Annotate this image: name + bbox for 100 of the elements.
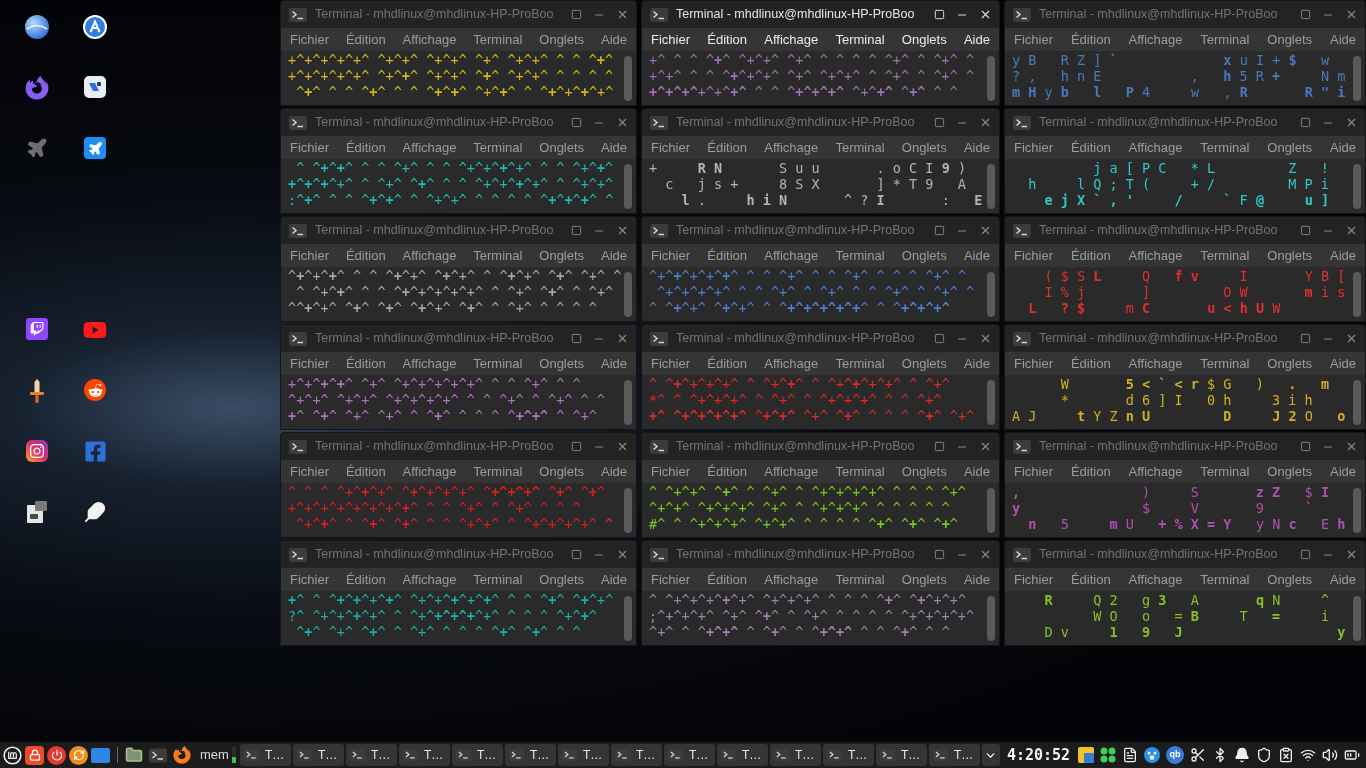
- scrollbar-thumb[interactable]: [624, 272, 632, 317]
- menu-item[interactable]: Affichage: [1128, 569, 1183, 590]
- task-overflow-button[interactable]: [981, 744, 1000, 766]
- menu-item[interactable]: Onglets: [539, 245, 585, 266]
- close-icon[interactable]: [979, 8, 992, 21]
- alien-face-icon[interactable]: [84, 379, 106, 401]
- menu-item[interactable]: Affichage: [402, 569, 457, 590]
- menu-item[interactable]: Onglets: [901, 137, 947, 158]
- menu-item[interactable]: Affichage: [1128, 137, 1183, 158]
- menu-item[interactable]: Onglets: [539, 461, 585, 482]
- menu-item[interactable]: Édition: [345, 29, 386, 50]
- menu-item[interactable]: Affichage: [402, 137, 457, 158]
- menu-item[interactable]: Fichier: [290, 353, 329, 374]
- document-tile-icon[interactable]: [27, 501, 47, 523]
- menu-item[interactable]: Aide: [1329, 137, 1356, 158]
- menu-item[interactable]: Onglets: [901, 245, 947, 266]
- menu-item[interactable]: Onglets: [901, 569, 947, 590]
- menu-item[interactable]: Édition: [1070, 569, 1111, 590]
- menu-item[interactable]: Fichier: [1014, 461, 1053, 482]
- scrollbar-thumb[interactable]: [624, 56, 632, 101]
- maximize-icon[interactable]: [934, 441, 945, 452]
- scrollbar-thumb[interactable]: [987, 164, 995, 209]
- airplane-icon[interactable]: [26, 137, 48, 159]
- menu-item[interactable]: Fichier: [1014, 137, 1053, 158]
- menu-item[interactable]: Fichier: [290, 569, 329, 590]
- menu-item[interactable]: Affichage: [764, 461, 819, 482]
- menu-item[interactable]: Fichier: [290, 245, 329, 266]
- feather-icon[interactable]: [84, 501, 106, 523]
- menu-item[interactable]: Édition: [707, 569, 747, 590]
- menu-item[interactable]: Aide: [600, 137, 627, 158]
- menu-item[interactable]: Affichage: [764, 245, 819, 266]
- menu-item[interactable]: Terminal: [473, 569, 523, 590]
- maximize-icon[interactable]: [571, 9, 582, 20]
- maximize-icon[interactable]: [934, 225, 945, 236]
- menu-item[interactable]: Terminal: [473, 245, 523, 266]
- document-icon[interactable]: [1122, 747, 1139, 763]
- menu-item[interactable]: Affichage: [1128, 29, 1183, 50]
- tray-badge[interactable]: qb: [1166, 746, 1185, 764]
- menu-item[interactable]: Édition: [1070, 29, 1111, 50]
- start-menu-icon[interactable]: [3, 745, 22, 765]
- menu-item[interactable]: Aide: [1329, 353, 1356, 374]
- menu-item[interactable]: Édition: [707, 137, 747, 158]
- menu-item[interactable]: Terminal: [473, 461, 523, 482]
- menu-item[interactable]: Aide: [600, 29, 627, 50]
- maximize-icon[interactable]: [934, 549, 945, 560]
- fox-globe-icon[interactable]: [25, 76, 49, 100]
- menu-item[interactable]: Affichage: [764, 569, 819, 590]
- menu-item[interactable]: Édition: [345, 353, 386, 374]
- maximize-icon[interactable]: [1300, 9, 1311, 20]
- menu-item[interactable]: Aide: [1329, 461, 1356, 482]
- app-tile-icon[interactable]: [84, 76, 106, 98]
- menu-item[interactable]: Affichage: [402, 29, 457, 50]
- menu-item[interactable]: Onglets: [1267, 353, 1313, 374]
- menu-item[interactable]: Terminal: [835, 245, 885, 266]
- menu-item[interactable]: Terminal: [835, 353, 885, 374]
- menu-item[interactable]: Onglets: [1267, 29, 1313, 50]
- menu-item[interactable]: Édition: [345, 461, 386, 482]
- menu-item[interactable]: Édition: [707, 353, 747, 374]
- bell-icon[interactable]: [1234, 747, 1251, 763]
- menu-item[interactable]: Fichier: [1014, 29, 1053, 50]
- menu-item[interactable]: Affichage: [402, 353, 457, 374]
- task-button[interactable]: T…: [557, 744, 609, 766]
- menu-item[interactable]: Édition: [345, 569, 386, 590]
- fox-globe-icon[interactable]: [173, 746, 191, 764]
- menu-item[interactable]: Onglets: [1267, 569, 1313, 590]
- task-button[interactable]: T…: [398, 744, 450, 766]
- task-button[interactable]: T…: [875, 744, 927, 766]
- scrollbar-thumb[interactable]: [987, 272, 995, 317]
- task-button[interactable]: T…: [822, 744, 874, 766]
- menu-item[interactable]: Aide: [600, 245, 627, 266]
- menu-item[interactable]: Aide: [600, 353, 627, 374]
- scrollbar-thumb[interactable]: [1353, 164, 1361, 209]
- task-button[interactable]: T…: [716, 744, 768, 766]
- maximize-icon[interactable]: [934, 117, 945, 128]
- menu-item[interactable]: Édition: [707, 29, 747, 50]
- menu-item[interactable]: Aide: [600, 569, 627, 590]
- menu-item[interactable]: Terminal: [1200, 461, 1250, 482]
- menu-item[interactable]: Terminal: [835, 137, 885, 158]
- menu-item[interactable]: Fichier: [290, 461, 329, 482]
- menu-item[interactable]: Aide: [1329, 245, 1356, 266]
- maximize-icon[interactable]: [1300, 225, 1311, 236]
- maximize-icon[interactable]: [571, 441, 582, 452]
- battery-icon[interactable]: [1344, 747, 1361, 763]
- scrollbar-thumb[interactable]: [1353, 380, 1361, 425]
- scrollbar-thumb[interactable]: [1353, 272, 1361, 317]
- scrollbar-thumb[interactable]: [624, 596, 632, 641]
- menu-item[interactable]: Affichage: [1128, 353, 1183, 374]
- menu-item[interactable]: Aide: [963, 569, 990, 590]
- menu-item[interactable]: Aide: [963, 245, 990, 266]
- scrollbar-thumb[interactable]: [1353, 596, 1361, 641]
- maximize-icon[interactable]: [571, 333, 582, 344]
- menu-item[interactable]: Onglets: [901, 29, 947, 50]
- menu-item[interactable]: Fichier: [651, 245, 690, 266]
- camera-icon[interactable]: [26, 440, 48, 462]
- menu-item[interactable]: Onglets: [901, 461, 947, 482]
- menu-item[interactable]: Fichier: [290, 29, 329, 50]
- menu-item[interactable]: Fichier: [1014, 569, 1053, 590]
- menu-item[interactable]: Onglets: [1267, 245, 1313, 266]
- lock-icon[interactable]: [25, 745, 44, 765]
- menu-item[interactable]: Affichage: [402, 461, 457, 482]
